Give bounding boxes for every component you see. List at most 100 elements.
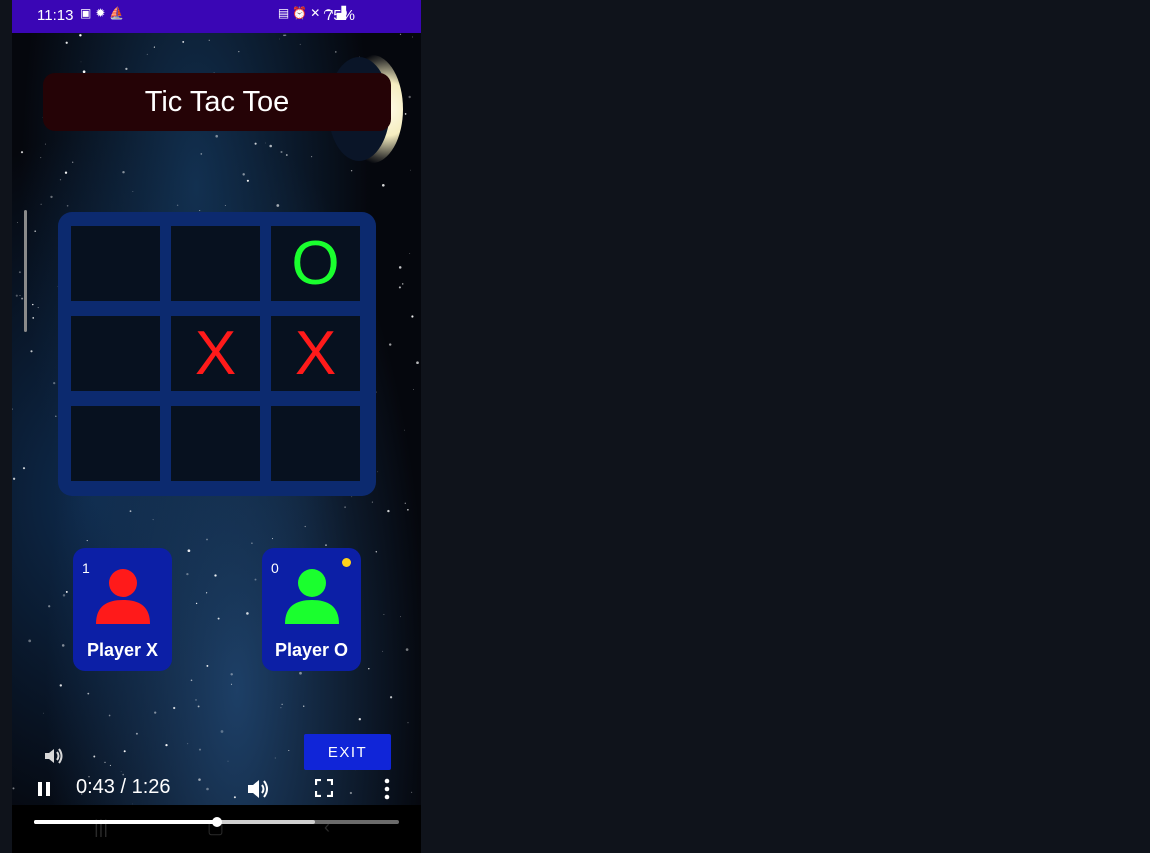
star (53, 381, 56, 385)
star (238, 50, 240, 53)
star (269, 144, 273, 148)
star (200, 153, 203, 155)
star (334, 51, 337, 53)
star (382, 650, 384, 652)
star (389, 696, 393, 699)
board-cell-5[interactable]: X (171, 316, 260, 391)
board-cell-7[interactable] (71, 406, 160, 481)
brightness-icon: ✹ (95, 6, 110, 20)
star (37, 307, 39, 309)
star (40, 203, 42, 205)
star (206, 538, 208, 541)
star (87, 692, 90, 695)
board-cell-9[interactable] (271, 406, 360, 481)
star (217, 617, 220, 620)
star (43, 712, 44, 714)
star (368, 667, 370, 670)
board-cell-6[interactable]: X (271, 316, 360, 391)
star (344, 506, 346, 509)
star (251, 542, 253, 545)
star (388, 343, 392, 346)
star (64, 171, 68, 174)
status-time: 11:13 (37, 7, 74, 24)
star (227, 760, 229, 762)
star (62, 594, 66, 597)
star (276, 204, 280, 207)
volume-icon[interactable] (246, 777, 272, 801)
star (34, 230, 37, 233)
player-x-score: 1 (82, 560, 90, 576)
star (152, 519, 154, 521)
star (165, 743, 168, 747)
star (22, 467, 26, 470)
star (214, 574, 217, 577)
star (242, 173, 245, 176)
player-x-avatar-icon (96, 569, 150, 624)
star (190, 679, 193, 682)
star (28, 639, 32, 643)
board-cell-3[interactable]: O (271, 226, 360, 301)
star (48, 605, 51, 608)
star (59, 179, 62, 181)
star (32, 317, 35, 319)
star (411, 315, 414, 318)
star (408, 95, 411, 99)
star (371, 501, 373, 503)
star (325, 544, 327, 546)
star (154, 711, 157, 714)
star (399, 33, 402, 36)
star (351, 496, 353, 498)
player-o-name: Player O (274, 640, 349, 660)
star (358, 718, 361, 721)
star (93, 755, 96, 758)
star (72, 161, 74, 163)
star (265, 142, 266, 144)
star (254, 142, 257, 145)
star (404, 113, 407, 115)
star (123, 750, 126, 753)
board-cell-2[interactable] (171, 226, 260, 301)
board-cell-4[interactable] (71, 316, 160, 391)
game-screen: Tic Tac Toe O X X 1 Player X 0 Player O … (12, 33, 421, 805)
star (12, 477, 16, 480)
board-cell-8[interactable] (171, 406, 260, 481)
star (197, 705, 200, 708)
phone-screen: 11:13 ▣✹⛵ ▤⏰✕◠▟ 75% Tic Tac Toe O X X 1 (12, 0, 421, 853)
more-options-icon[interactable] (383, 778, 391, 800)
star (32, 303, 34, 306)
star (410, 169, 412, 171)
fullscreen-icon[interactable] (315, 779, 333, 797)
star (283, 34, 285, 37)
star (411, 36, 413, 38)
star (416, 361, 419, 365)
star (280, 707, 282, 709)
video-time: 0:43 / 1:26 (76, 776, 171, 798)
star (254, 578, 257, 581)
star (206, 664, 209, 667)
star (220, 730, 224, 733)
board-cell-1[interactable] (71, 226, 160, 301)
star (246, 612, 249, 615)
star (17, 221, 18, 223)
star (281, 703, 283, 705)
star (15, 294, 18, 297)
star (122, 170, 125, 174)
star (195, 602, 198, 605)
pause-icon[interactable] (36, 781, 52, 797)
status-icons: ▣✹⛵ (80, 6, 128, 20)
video-scrubber-handle[interactable] (211, 817, 222, 827)
game-title: Tic Tac Toe (43, 73, 391, 131)
edge-panel-handle[interactable] (24, 210, 27, 332)
star (299, 43, 301, 45)
exit-button[interactable]: EXIT (304, 734, 391, 770)
star (230, 683, 233, 685)
player-x-card: 1 Player X (73, 548, 172, 671)
sound-toggle-icon[interactable] (42, 744, 66, 768)
star (377, 471, 379, 473)
star (398, 266, 402, 269)
star (199, 209, 201, 212)
star (303, 705, 305, 707)
star (20, 151, 24, 154)
video-progress-bar[interactable] (34, 817, 399, 827)
star (311, 156, 313, 158)
